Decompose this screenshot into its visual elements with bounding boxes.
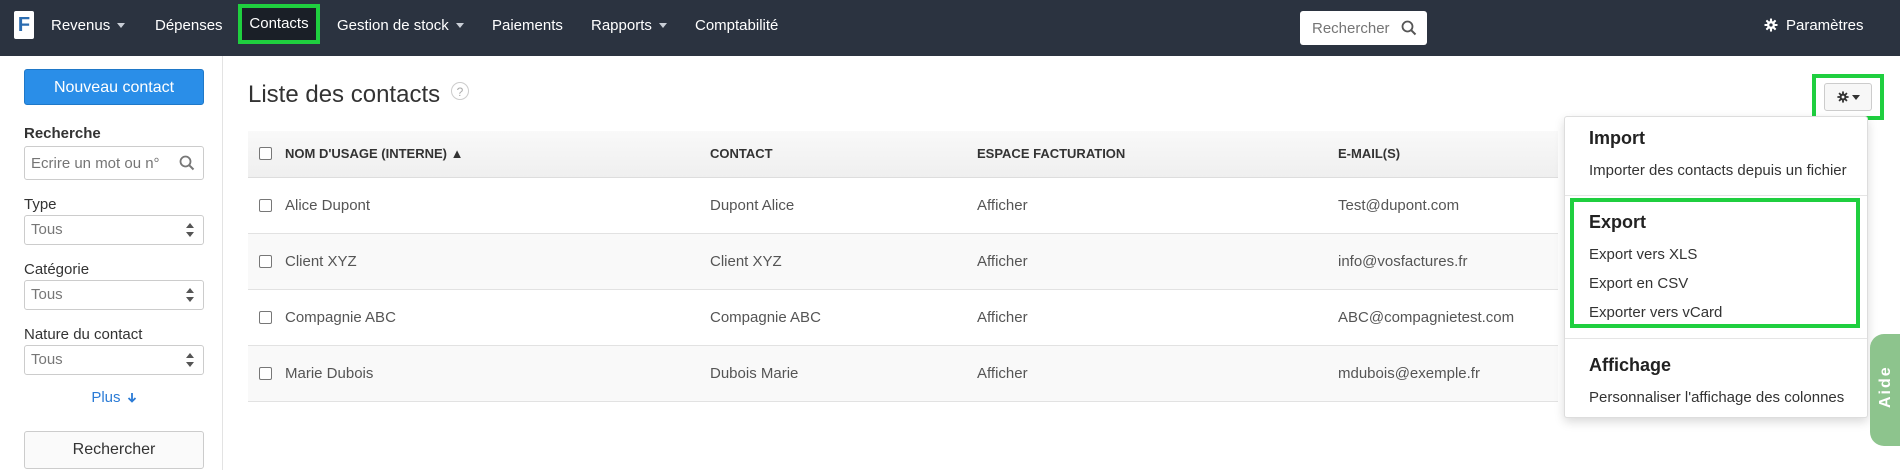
nature-select-value: Tous xyxy=(31,351,63,368)
caret-down-icon xyxy=(1852,95,1860,100)
top-search-input[interactable] xyxy=(1312,11,1402,45)
caret-down-icon xyxy=(117,23,126,28)
type-select-value: Tous xyxy=(31,221,63,238)
contact-person: Dubois Marie xyxy=(710,365,799,382)
sort-arrows-icon xyxy=(186,288,194,302)
menu-item-export-xls[interactable]: Export vers XLS xyxy=(1589,246,1697,263)
nav-contacts-label: Contacts xyxy=(249,15,309,32)
caret-down-icon xyxy=(658,23,667,28)
column-header-name[interactable]: NOM D'USAGE (INTERNE) ▲ xyxy=(285,131,463,177)
contact-name[interactable]: Client XYZ xyxy=(285,234,357,289)
nav-revenus-label: Revenus xyxy=(51,17,111,34)
new-contact-button[interactable]: Nouveau contact xyxy=(24,69,204,105)
type-select[interactable]: Tous xyxy=(24,215,204,245)
nav-depenses-label: Dépenses xyxy=(155,17,223,34)
table-header: NOM D'USAGE (INTERNE) ▲ CONTACT ESPACE F… xyxy=(248,131,1558,178)
menu-divider xyxy=(1565,195,1867,196)
select-all-checkbox[interactable] xyxy=(259,147,272,160)
nav-paiements-label: Paiements xyxy=(492,17,563,34)
page-title: Liste des contacts xyxy=(248,81,441,108)
settings-label: Paramètres xyxy=(1786,17,1864,34)
filter-sidebar: Nouveau contact Recherche Type Tous Caté… xyxy=(0,56,223,470)
column-header-emails[interactable]: E-MAIL(S) xyxy=(1338,131,1400,177)
help-icon[interactable]: ? xyxy=(451,82,469,100)
table-row[interactable]: Alice Dupont Dupont Alice Afficher Test@… xyxy=(248,178,1558,234)
row-checkbox[interactable] xyxy=(259,255,272,268)
menu-item-export-vcard[interactable]: Exporter vers vCard xyxy=(1589,304,1722,321)
contact-email: info@vosfactures.fr xyxy=(1338,253,1468,270)
row-checkbox[interactable] xyxy=(259,311,272,324)
sidebar-search-button[interactable]: Rechercher xyxy=(24,431,204,469)
nav-gestion-de-stock[interactable]: Gestion de stock xyxy=(337,0,464,52)
nav-gestion-label: Gestion de stock xyxy=(337,17,449,34)
top-search-box xyxy=(1300,11,1427,45)
nature-select[interactable]: Tous xyxy=(24,345,204,375)
billing-link[interactable]: Afficher xyxy=(977,290,1028,345)
contact-name[interactable]: Alice Dupont xyxy=(285,178,370,233)
help-tab[interactable]: Aide xyxy=(1870,334,1900,446)
sort-arrows-icon xyxy=(186,223,194,237)
row-checkbox[interactable] xyxy=(259,199,272,212)
menu-item-import-contacts[interactable]: Importer des contacts depuis un fichier xyxy=(1589,162,1847,179)
export-section-header: Export xyxy=(1589,212,1647,232)
row-checkbox[interactable] xyxy=(259,367,272,380)
category-select[interactable]: Tous xyxy=(24,280,204,310)
nav-revenus[interactable]: Revenus xyxy=(51,0,126,52)
contact-person: Dupont Alice xyxy=(710,197,795,214)
menu-item-export-csv[interactable]: Export en CSV xyxy=(1589,275,1688,292)
table-row[interactable]: Marie Dubois Dubois Marie Afficher mdubo… xyxy=(248,346,1558,402)
contact-email: ABC@compagnietest.com xyxy=(1338,309,1515,326)
display-section-header: Affichage xyxy=(1589,355,1672,375)
search-icon[interactable] xyxy=(179,155,195,171)
sidebar-search-input[interactable] xyxy=(31,147,171,179)
app-logo[interactable]: F xyxy=(14,11,34,39)
contact-name[interactable]: Marie Dubois xyxy=(285,346,373,401)
contact-person: Compagnie ABC xyxy=(710,309,821,326)
gear-icon xyxy=(1837,91,1849,103)
category-select-value: Tous xyxy=(31,286,63,303)
search-icon[interactable] xyxy=(1401,20,1417,36)
nature-label: Nature du contact xyxy=(24,326,143,343)
nav-rapports-label: Rapports xyxy=(591,17,652,34)
nav-comptabilite-label: Comptabilité xyxy=(695,17,779,34)
actions-gear-button[interactable] xyxy=(1812,74,1884,120)
gear-icon xyxy=(1764,18,1778,32)
caret-down-icon xyxy=(455,23,464,28)
contact-email: Test@dupont.com xyxy=(1338,197,1460,214)
settings-menu[interactable]: Paramètres xyxy=(1764,0,1864,52)
contact-email: mdubois@exemple.fr xyxy=(1338,365,1480,382)
menu-divider xyxy=(1565,338,1867,339)
nav-contacts[interactable]: Contacts xyxy=(238,4,320,44)
import-section-header: Import xyxy=(1589,128,1645,148)
gear-button-inner xyxy=(1824,83,1872,111)
more-filters-link[interactable]: Plus xyxy=(24,389,204,406)
billing-link[interactable]: Afficher xyxy=(977,346,1028,401)
category-label: Catégorie xyxy=(24,261,90,278)
help-tab-label: Aide xyxy=(1877,365,1894,408)
actions-dropdown-menu: Import Importer des contacts depuis un f… xyxy=(1564,116,1868,418)
nav-rapports[interactable]: Rapports xyxy=(591,0,667,52)
billing-link[interactable]: Afficher xyxy=(977,234,1028,289)
contact-person: Client XYZ xyxy=(710,253,782,270)
nav-comptabilite[interactable]: Comptabilité xyxy=(695,0,778,52)
type-label: Type xyxy=(24,196,57,213)
sidebar-search-box xyxy=(24,146,204,180)
nav-paiements[interactable]: Paiements xyxy=(492,0,563,52)
table-row[interactable]: Compagnie ABC Compagnie ABC Afficher ABC… xyxy=(248,290,1558,346)
column-header-billing[interactable]: ESPACE FACTURATION xyxy=(977,131,1125,177)
more-filters-label: Plus xyxy=(91,389,121,406)
top-navbar: F Revenus Dépenses Contacts Gestion de s… xyxy=(0,0,1900,56)
search-label: Recherche xyxy=(24,125,101,142)
table-row[interactable]: Client XYZ Client XYZ Afficher info@vosf… xyxy=(248,234,1558,290)
sort-arrows-icon xyxy=(186,353,194,367)
nav-depenses[interactable]: Dépenses xyxy=(155,0,223,52)
billing-link[interactable]: Afficher xyxy=(977,178,1028,233)
menu-item-customize-columns[interactable]: Personnaliser l'affichage des colonnes xyxy=(1589,389,1844,406)
contact-name[interactable]: Compagnie ABC xyxy=(285,290,396,345)
arrow-down-icon xyxy=(127,393,136,403)
column-header-contact[interactable]: CONTACT xyxy=(710,131,773,177)
